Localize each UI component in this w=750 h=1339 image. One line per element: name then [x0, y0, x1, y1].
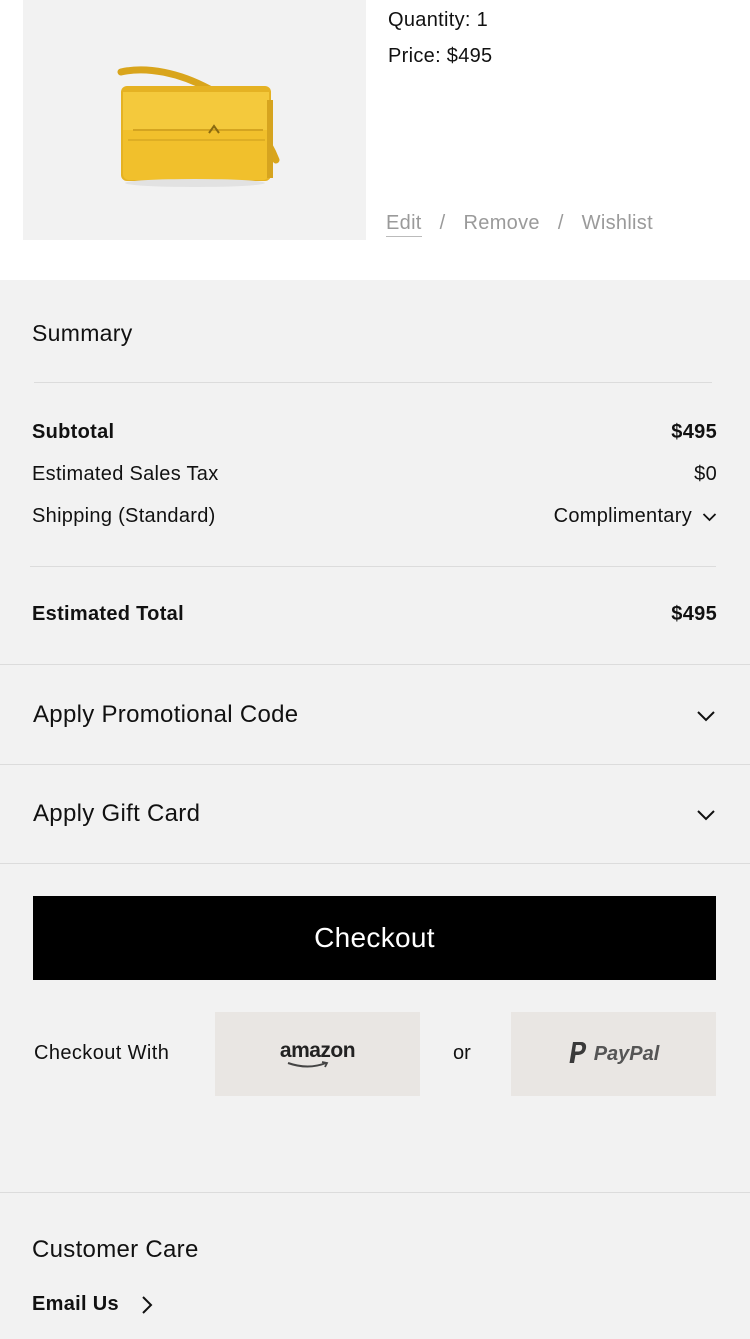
amazon-smile-icon: [287, 1061, 329, 1068]
checkout-with-label: Checkout With: [34, 1042, 170, 1064]
remove-link[interactable]: Remove: [464, 212, 540, 235]
paypal-logo-text: PayPal: [593, 1042, 660, 1065]
wishlist-link[interactable]: Wishlist: [582, 212, 653, 235]
item-price: Price: $495: [388, 45, 493, 67]
summary-heading: Summary: [32, 320, 133, 346]
item-quantity: Quantity: 1: [388, 9, 489, 31]
paypal-icon: [568, 1041, 588, 1068]
shipping-value: Complimentary: [553, 505, 692, 527]
amazon-logo: amazon: [279, 1039, 356, 1069]
divider: [30, 566, 716, 567]
item-actions: Edit / Remove / Wishlist: [386, 212, 653, 237]
tax-label: Estimated Sales Tax: [32, 463, 219, 485]
total-row: Estimated Total $495: [32, 603, 717, 626]
paypal-button[interactable]: PayPal: [511, 1012, 716, 1096]
subtotal-value: $495: [671, 421, 717, 443]
product-image[interactable]: [23, 0, 366, 240]
gift-card-accordion[interactable]: Apply Gift Card: [0, 764, 750, 863]
separator: /: [557, 212, 564, 234]
gift-card-label: Apply Gift Card: [33, 799, 201, 827]
or-label: or: [453, 1042, 471, 1064]
email-us-label: Email Us: [32, 1293, 119, 1315]
chevron-down-icon: [696, 701, 716, 729]
subtotal-row: Subtotal $495: [32, 421, 717, 444]
shipping-label: Shipping (Standard): [32, 505, 216, 527]
divider: [0, 863, 750, 864]
amazon-logo-text: amazon: [279, 1039, 356, 1062]
amazon-pay-button[interactable]: amazon: [215, 1012, 420, 1096]
subtotal-label: Subtotal: [32, 421, 115, 443]
email-us-link[interactable]: Email Us: [32, 1293, 153, 1316]
tax-value: $0: [694, 463, 717, 485]
divider: [34, 382, 712, 383]
shipping-row: Shipping (Standard) Complimentary: [32, 505, 717, 528]
cart-item: Quantity: 1 Price: $495 Edit / Remove / Wish…: [0, 0, 750, 280]
chevron-right-icon: [142, 1295, 153, 1314]
promo-code-accordion[interactable]: Apply Promotional Code: [0, 665, 750, 764]
customer-care-heading: Customer Care: [32, 1236, 199, 1263]
chevron-down-icon: [696, 800, 716, 828]
shipping-select[interactable]: Complimentary: [554, 505, 717, 528]
promo-code-label: Apply Promotional Code: [33, 700, 299, 728]
separator: /: [439, 212, 446, 234]
chevron-down-icon: [702, 505, 717, 528]
tax-row: Estimated Sales Tax $0: [32, 463, 717, 486]
checkout-button[interactable]: Checkout: [33, 896, 716, 980]
divider: [0, 1192, 750, 1193]
total-label: Estimated Total: [32, 603, 184, 625]
handbag-illustration: [117, 66, 280, 187]
edit-link[interactable]: Edit: [386, 212, 422, 237]
total-value: $495: [671, 603, 717, 625]
